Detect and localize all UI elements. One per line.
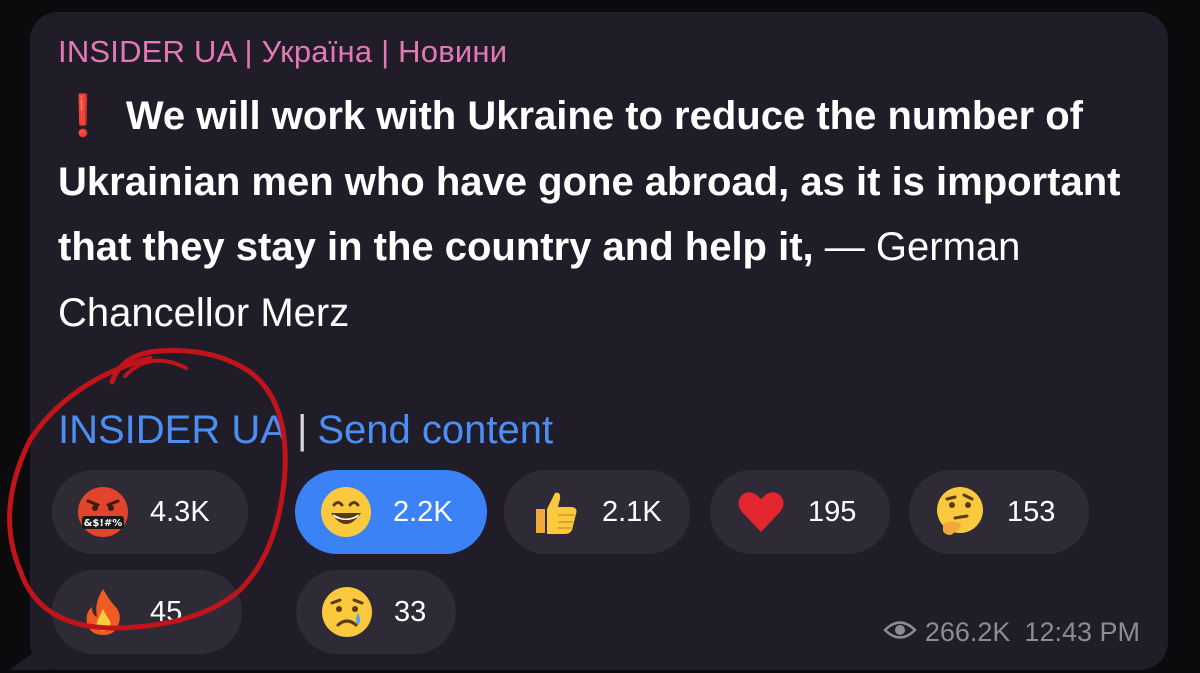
view-count: 266.2K [924, 617, 1011, 647]
reaction-crying[interactable]: 33 [296, 570, 456, 654]
footer-links: INSIDER UA | Send content [58, 408, 553, 453]
reaction-thinking[interactable]: 153 [909, 470, 1089, 554]
send-content-link[interactable]: Send content [317, 408, 553, 452]
reaction-cursing[interactable]: &$!#% 4.3K [52, 470, 248, 554]
link-separator: | [296, 408, 308, 452]
reaction-heart[interactable]: 195 [710, 470, 890, 554]
fire-icon [76, 585, 130, 639]
reaction-count: 2.1K [602, 495, 662, 528]
thinking-face-icon [933, 485, 987, 539]
reaction-count: 153 [1007, 495, 1056, 528]
sender-name[interactable]: INSIDER UA | Україна | Новини [58, 34, 507, 70]
reaction-thumbs-up[interactable]: 2.1K [504, 470, 690, 554]
thumbs-up-icon [528, 485, 582, 539]
reaction-fire[interactable]: 45 [52, 570, 242, 654]
message-bubble: INSIDER UA | Україна | Новини ❗ We will w… [30, 12, 1168, 670]
cursing-face-icon: &$!#% [76, 485, 130, 539]
message-text: ❗ We will work with Ukraine to reduce the… [58, 84, 1148, 346]
message-meta: 266.2K 12:43 PM [883, 617, 1140, 648]
reaction-count: 4.3K [150, 495, 210, 528]
reaction-count: 195 [808, 495, 857, 528]
channel-link[interactable]: INSIDER UA [58, 408, 287, 452]
red-heart-icon [734, 485, 788, 539]
message-time: 12:43 PM [1024, 617, 1140, 647]
reaction-grinning[interactable]: 2.2K [295, 470, 487, 554]
eye-icon [883, 617, 917, 648]
reaction-count: 33 [394, 595, 427, 628]
crying-face-icon [320, 585, 374, 639]
reaction-count: 2.2K [393, 495, 453, 528]
exclamation-icon: ❗ [58, 94, 108, 138]
grinning-face-icon [319, 485, 373, 539]
reaction-count: 45 [150, 595, 183, 628]
svg-text:&$!#%: &$!#% [84, 518, 123, 529]
